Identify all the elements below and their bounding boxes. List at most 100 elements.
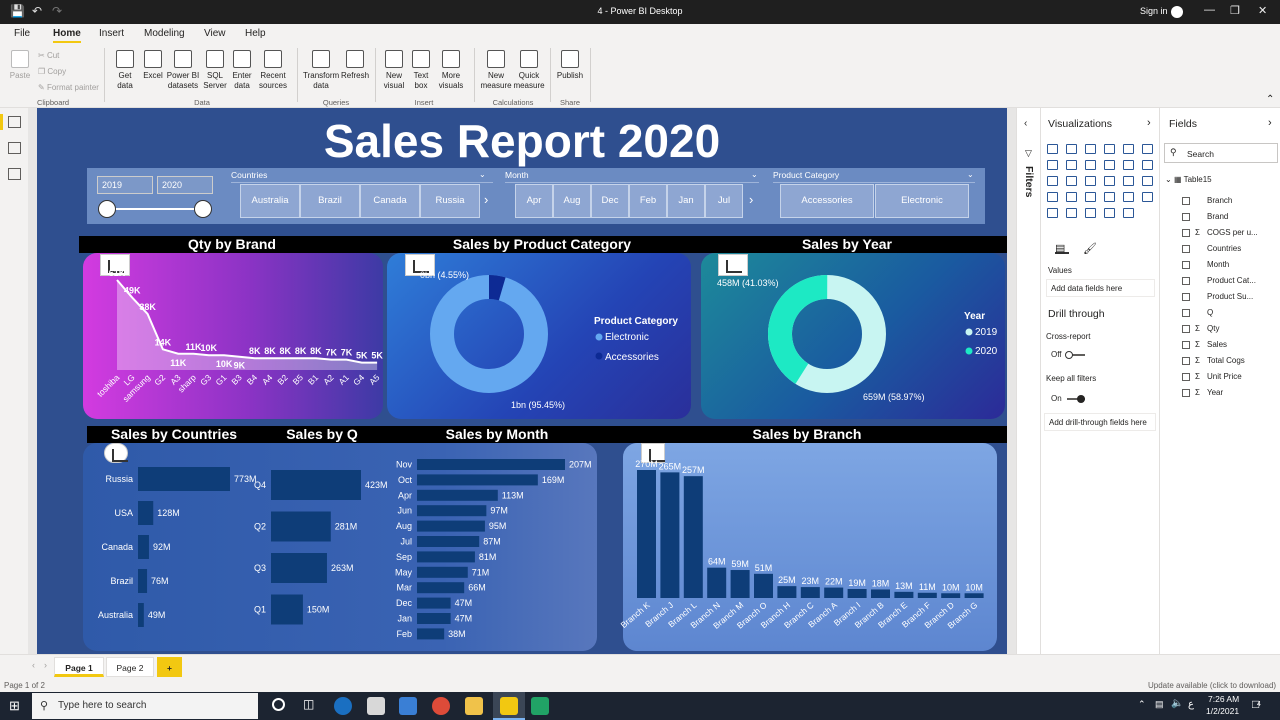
visual-type-icon[interactable] xyxy=(1047,160,1058,170)
visual-type-icon[interactable] xyxy=(1104,144,1115,154)
visual-type-icon[interactable] xyxy=(1066,208,1077,218)
maximize-button[interactable]: ❐ xyxy=(1230,4,1240,17)
field-item[interactable]: Σ Year xyxy=(1182,388,1223,397)
menu-modeling[interactable]: Modeling xyxy=(144,28,185,39)
field-item[interactable]: Σ Unit Price xyxy=(1182,372,1242,381)
visual-type-icon[interactable] xyxy=(1142,160,1153,170)
close-button[interactable]: ✕ xyxy=(1258,4,1267,17)
visual-type-icon[interactable] xyxy=(1066,176,1077,186)
visual-type-icon[interactable] xyxy=(1047,144,1058,154)
field-item[interactable]: Brand xyxy=(1182,212,1228,221)
visual-type-icon[interactable] xyxy=(1104,160,1115,170)
edge-icon[interactable] xyxy=(334,697,352,715)
field-checkbox[interactable] xyxy=(1182,292,1190,301)
store-icon[interactable] xyxy=(367,697,385,715)
menu-insert[interactable]: Insert xyxy=(99,28,124,39)
cortana-icon[interactable] xyxy=(272,698,285,711)
more-visuals-button[interactable]: More visuals xyxy=(435,50,467,91)
sign-in-link[interactable]: Sign in xyxy=(1140,6,1168,16)
field-item[interactable]: Q xyxy=(1182,308,1213,317)
visual-type-icon[interactable] xyxy=(1085,160,1096,170)
visual-type-icon[interactable] xyxy=(1085,192,1096,202)
taskbar-search[interactable]: ⚲ Type here to search xyxy=(32,693,258,719)
volume-icon[interactable]: 🔈 xyxy=(1171,698,1183,709)
field-checkbox[interactable] xyxy=(1182,308,1190,317)
menu-home[interactable]: Home xyxy=(53,28,81,43)
powerbi-datasets-button[interactable]: Power BI datasets xyxy=(166,50,200,91)
model-view-icon[interactable] xyxy=(8,168,21,180)
field-checkbox[interactable] xyxy=(1182,372,1190,381)
field-item[interactable]: Σ Sales xyxy=(1182,340,1227,349)
field-checkbox[interactable] xyxy=(1182,260,1190,269)
visual-type-icon[interactable] xyxy=(1047,192,1058,202)
network-icon[interactable]: ▤ xyxy=(1155,699,1164,710)
refresh-button[interactable]: Refresh xyxy=(341,50,369,81)
visual-type-icon[interactable] xyxy=(1142,144,1153,154)
cut-button[interactable]: ✂ Cut xyxy=(38,51,59,60)
new-visual-button[interactable]: New visual xyxy=(381,50,407,91)
fields-search-box[interactable]: ⚲ Search xyxy=(1164,143,1278,163)
filters-strip[interactable]: ‹ ▽ Filters xyxy=(1016,108,1040,654)
visual-type-icon[interactable] xyxy=(1066,160,1077,170)
visual-type-icon[interactable] xyxy=(1085,176,1096,186)
field-item[interactable]: Countries xyxy=(1182,244,1241,253)
field-checkbox[interactable] xyxy=(1182,228,1190,237)
add-page-button[interactable]: + xyxy=(157,657,182,677)
quick-measure-button[interactable]: Quick measure xyxy=(513,50,545,91)
visual-type-icon[interactable] xyxy=(1142,192,1153,202)
visual-type-icon[interactable] xyxy=(1066,192,1077,202)
visual-type-icon[interactable] xyxy=(1123,144,1134,154)
visual-type-icon[interactable] xyxy=(1085,208,1096,218)
camtasia-icon[interactable] xyxy=(531,697,549,715)
menu-file[interactable]: File xyxy=(14,28,30,39)
visual-type-icon[interactable] xyxy=(1123,160,1134,170)
prev-page-icon[interactable]: ‹ xyxy=(32,660,35,670)
visual-type-icon[interactable] xyxy=(1123,208,1134,218)
menu-help[interactable]: Help xyxy=(245,28,266,39)
tray-chevron-icon[interactable]: ⌃ xyxy=(1138,699,1146,710)
field-item[interactable]: Month xyxy=(1182,260,1229,269)
update-link[interactable]: Update available (click to download) xyxy=(1148,681,1276,690)
text-box-button[interactable]: Text box xyxy=(409,50,433,91)
visual-type-icon[interactable] xyxy=(1066,144,1077,154)
input-language[interactable]: ع xyxy=(1188,699,1194,710)
chevron-right-icon[interactable]: › xyxy=(1268,117,1272,129)
collapse-ribbon-icon[interactable]: ⌃ xyxy=(1266,94,1274,105)
powerbi-taskbar-button[interactable] xyxy=(493,692,525,720)
avatar[interactable] xyxy=(1171,6,1183,18)
cross-report-toggle[interactable] xyxy=(1065,351,1085,359)
visual-type-icon[interactable] xyxy=(1104,176,1115,186)
excel-button[interactable]: Excel xyxy=(141,50,165,81)
chevron-right-icon[interactable]: › xyxy=(1147,117,1151,129)
visual-type-icon[interactable] xyxy=(1123,192,1134,202)
sql-server-button[interactable]: SQL Server xyxy=(201,50,229,91)
mail-icon[interactable] xyxy=(399,697,417,715)
visual-type-icon[interactable] xyxy=(1142,176,1153,186)
clock-time[interactable]: 7:26 AM xyxy=(1208,694,1239,704)
visual-type-icon[interactable] xyxy=(1104,208,1115,218)
recent-sources-button[interactable]: Recent sources xyxy=(255,50,291,91)
values-drop-zone[interactable]: Add data fields here xyxy=(1046,279,1155,297)
tab-page-1[interactable]: Page 1 xyxy=(54,657,104,677)
field-item[interactable]: Product Su... xyxy=(1182,292,1253,301)
publish-button[interactable]: Publish xyxy=(556,50,584,81)
tab-page-2[interactable]: Page 2 xyxy=(106,657,154,677)
copy-button[interactable]: ❐ Copy xyxy=(38,67,66,76)
field-checkbox[interactable] xyxy=(1182,324,1190,333)
visual-type-icon[interactable] xyxy=(1047,208,1058,218)
report-view-icon[interactable] xyxy=(8,116,21,128)
task-view-icon[interactable]: ◫ xyxy=(303,697,314,711)
field-item[interactable]: Σ Qty xyxy=(1182,324,1219,333)
format-painter-button[interactable]: ✎ Format painter xyxy=(38,83,99,92)
data-view-icon[interactable] xyxy=(8,142,21,154)
get-data-button[interactable]: Get data xyxy=(112,50,138,91)
keep-filters-toggle[interactable] xyxy=(1067,395,1085,403)
field-checkbox[interactable] xyxy=(1182,340,1190,349)
field-item[interactable]: Σ Total Cogs xyxy=(1182,356,1245,365)
collapse-left-icon[interactable]: ‹ xyxy=(1024,118,1027,129)
drill-through-drop-zone[interactable]: Add drill-through fields here xyxy=(1044,413,1156,431)
transform-data-button[interactable]: Transform data xyxy=(303,50,339,91)
new-measure-button[interactable]: New measure xyxy=(480,50,512,91)
visual-type-icon[interactable] xyxy=(1123,176,1134,186)
menu-view[interactable]: View xyxy=(204,28,226,39)
